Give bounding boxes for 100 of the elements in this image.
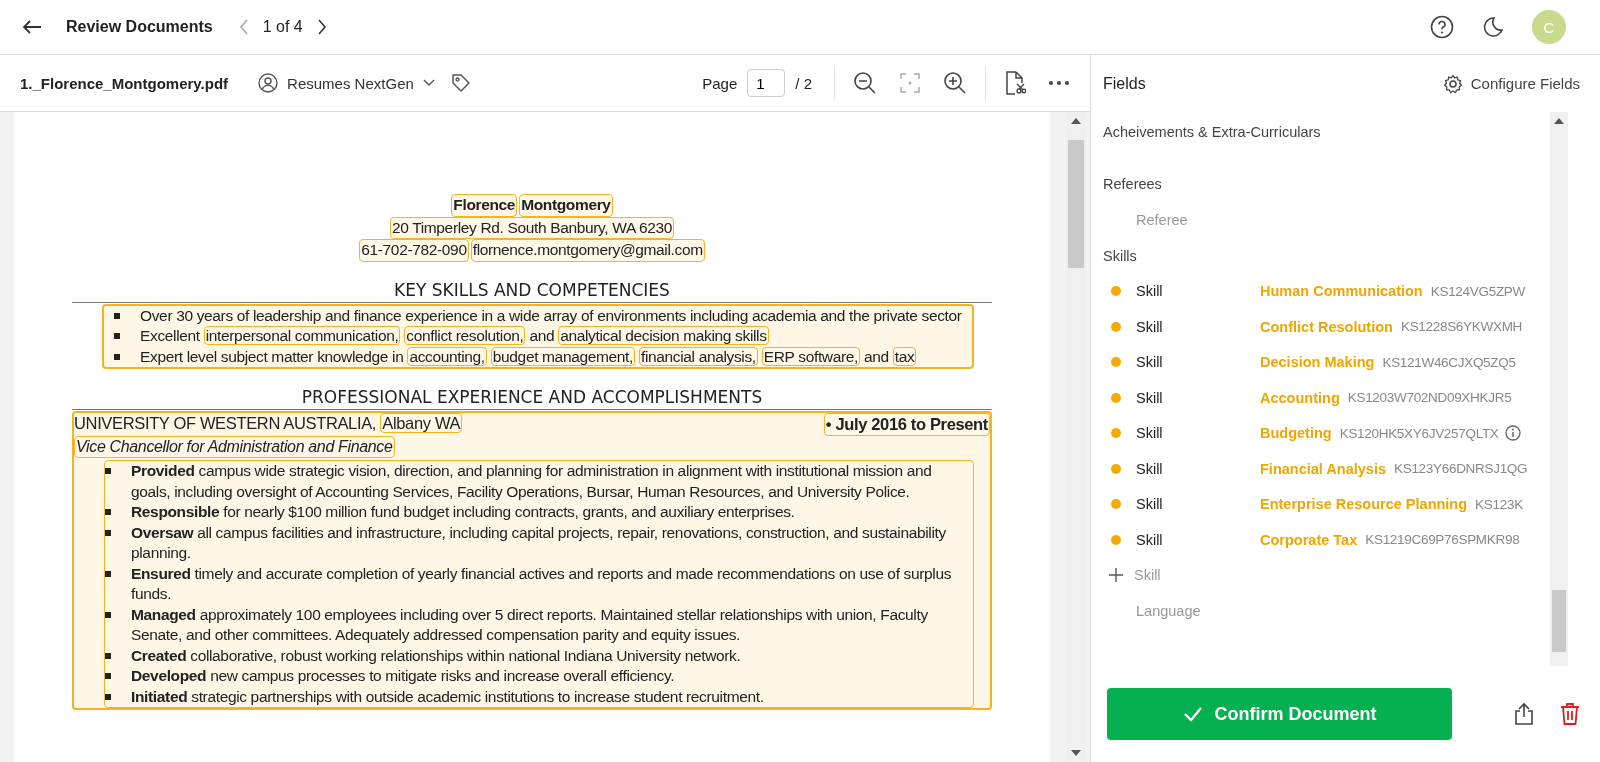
field-value[interactable]: Accounting xyxy=(1260,389,1340,406)
configure-fields-button[interactable]: Configure Fields xyxy=(1442,73,1580,94)
field-label: Skill xyxy=(1136,318,1164,335)
resume-text: UNIVERSITY OF WESTERN AUSTRALIA, xyxy=(74,414,377,432)
add-field-button[interactable]: Skill xyxy=(1134,567,1258,584)
highlighted-text: accounting, xyxy=(407,346,487,366)
help-icon[interactable] xyxy=(1430,15,1454,39)
page-number-field[interactable]: 1 xyxy=(747,69,786,97)
field-value[interactable]: Budgeting xyxy=(1260,425,1332,442)
resume-text: and xyxy=(529,327,555,344)
bullet-icon xyxy=(105,509,111,515)
file-name: 1._Florence_Montgomery.pdf xyxy=(20,74,229,92)
bullet-icon xyxy=(105,693,111,700)
zoom-out-icon[interactable] xyxy=(853,71,877,95)
resume-text: Excellent xyxy=(140,327,200,344)
share-icon[interactable] xyxy=(1514,702,1534,726)
empty-field-label[interactable]: Referee xyxy=(1103,211,1188,228)
document-scissors-icon[interactable] xyxy=(1004,71,1026,95)
field-label: Skill xyxy=(1136,531,1164,548)
section-title: Skills xyxy=(1103,246,1138,266)
field-label: Skill xyxy=(1136,460,1164,477)
bullet-icon xyxy=(105,673,111,679)
status-dot-icon xyxy=(1111,286,1121,297)
highlighted-text: Vice Chancellor for Administration and Finance xyxy=(74,435,395,458)
back-arrow-icon[interactable] xyxy=(22,19,42,35)
bullet-icon xyxy=(105,529,111,536)
field-value[interactable]: Financial Analysis xyxy=(1260,460,1386,477)
tag-icon[interactable] xyxy=(450,73,471,93)
resume-text: and xyxy=(864,347,889,365)
status-dot-icon xyxy=(1111,428,1121,439)
user-circle-icon xyxy=(258,73,279,93)
highlighted-text: ERP software, xyxy=(761,346,860,366)
page-total: / 2 xyxy=(795,74,812,92)
resume-text: Managed approximately 100 employees including over 5 direct reports. Maintained stellar relationships with union, Faculty Senate, and other committees. Adequately addressed compensation parity and equity issues. xyxy=(131,604,929,645)
field-value[interactable]: Corporate Tax xyxy=(1260,531,1358,548)
status-dot-icon xyxy=(1111,499,1121,510)
skill-code: KS1228S6YKWXMH xyxy=(1400,319,1523,335)
bullet-icon xyxy=(114,353,120,360)
highlighted-text: tax xyxy=(892,346,917,366)
resume-text: Expert level subject matter knowledge in xyxy=(140,347,404,365)
page-title: Review Documents xyxy=(66,18,213,36)
highlighted-text: budget management, xyxy=(490,346,635,366)
chevron-right-icon[interactable] xyxy=(316,19,327,35)
highlighted-text: conflict resolution, xyxy=(404,326,526,345)
moon-icon[interactable] xyxy=(1482,16,1504,38)
skill-code: KS123K xyxy=(1475,496,1523,512)
check-icon xyxy=(1182,706,1203,722)
highlighted-text: Albany WA xyxy=(380,413,463,433)
highlighted-text: financial analysis, xyxy=(638,346,758,366)
skill-code: KS123Y66DNRSJ1QG xyxy=(1394,461,1528,477)
field-value[interactable]: Conflict Resolution xyxy=(1260,318,1393,335)
add-icon[interactable] xyxy=(1109,568,1123,583)
status-dot-icon xyxy=(1111,534,1121,545)
highlighted-text: 20 Timperley Rd. South Banbury, WA 6230 xyxy=(389,216,675,239)
info-icon[interactable] xyxy=(1504,425,1521,442)
user-avatar[interactable]: C xyxy=(1532,10,1566,44)
resume-text: Created collaborative, robust working relationships within national Indiana University network. xyxy=(131,645,742,666)
document-type-dropdown[interactable]: Resumes NextGen xyxy=(287,74,414,92)
page-label: Page xyxy=(702,74,738,92)
highlighted-text: interpersonal communication, xyxy=(203,326,401,345)
skill-code: KS1219C69P76SPMKR98 xyxy=(1365,532,1520,548)
chevron-down-icon[interactable] xyxy=(422,79,435,87)
resume-text: Ensured timely and accurate completion of yearly financial actives and reports and made recommendations on use of surplus funds. xyxy=(131,563,953,604)
skill-code: KS124VG5ZPW xyxy=(1430,283,1525,299)
document-counter: 1 of 4 xyxy=(262,18,303,36)
bullet-icon xyxy=(105,468,111,474)
skill-code: KS1203W702ND09XHKJR5 xyxy=(1347,390,1512,406)
highlighted-text: Florence xyxy=(451,194,518,217)
resume-text: Developed new campus processes to mitigate risks and increase overall efficiency. xyxy=(131,666,676,686)
field-value[interactable]: Enterprise Resource Planning xyxy=(1260,496,1468,513)
empty-field-label[interactable]: Language xyxy=(1103,602,1201,619)
bullet-icon xyxy=(105,652,111,659)
status-dot-icon xyxy=(1111,392,1121,403)
zoom-in-icon[interactable] xyxy=(943,71,967,95)
field-value[interactable]: Decision Making xyxy=(1260,354,1375,371)
highlighted-text: • July 2016 to Present xyxy=(823,413,990,436)
section-heading: KEY SKILLS AND COMPETENCIES xyxy=(72,279,992,303)
field-value[interactable]: Human Communication xyxy=(1260,283,1423,300)
scrollbar[interactable] xyxy=(1550,112,1568,666)
settings-icon xyxy=(1442,73,1463,94)
highlighted-text: Montgomery xyxy=(519,194,613,217)
field-label: Skill xyxy=(1136,389,1164,406)
field-label: Skill xyxy=(1136,496,1164,513)
resume-text: Provided campus wide strategic vision, direction, and planning for administration in alignment with institutional mission and goals, including oversight of Accounting Services, Facility Operations, Bursar, Human Resources, and University Police. xyxy=(131,461,933,502)
status-dot-icon xyxy=(1111,463,1121,474)
skill-code: KS120HK5XY6JV257QLTX xyxy=(1339,425,1499,441)
resume-text: Oversaw all campus facilities and infrastructure, including capital projects, repair, renovations, construction, and sustainability planning. xyxy=(131,522,947,563)
section-heading: PROFESSIONAL EXPERIENCE AND ACCOMPLISHMENTS xyxy=(72,387,992,410)
bullet-icon xyxy=(114,312,120,319)
bullet-icon xyxy=(105,611,111,618)
highlighted-text: 61-702-782-090 xyxy=(359,239,469,262)
status-dot-icon xyxy=(1111,321,1121,332)
bullet-icon xyxy=(114,333,120,339)
highlighted-text: analytical decision making skills xyxy=(558,326,769,345)
more-icon[interactable] xyxy=(1048,80,1070,86)
confirm-document-button[interactable]: Confirm Document xyxy=(1107,688,1452,740)
bullet-icon xyxy=(105,570,111,577)
field-label: Skill xyxy=(1136,425,1164,442)
delete-icon[interactable] xyxy=(1560,702,1580,726)
status-dot-icon xyxy=(1111,357,1121,368)
